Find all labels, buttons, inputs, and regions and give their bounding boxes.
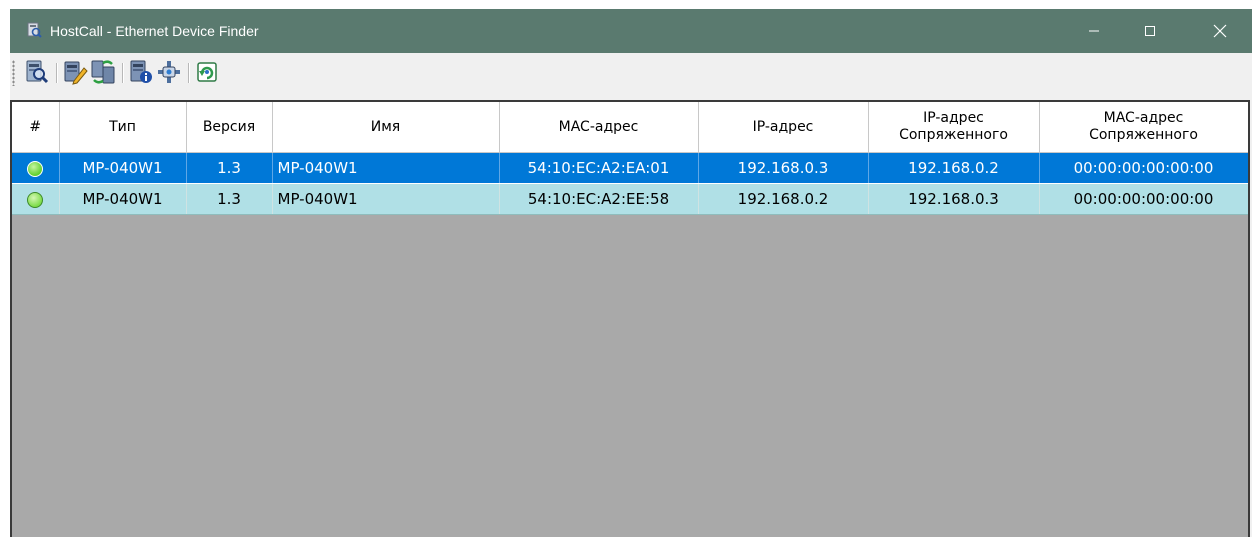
type-cell[interactable]: MP-040W1 [59, 152, 187, 184]
toolbar-grip[interactable] [12, 60, 15, 86]
column-header-name[interactable]: Имя [272, 102, 500, 153]
maximize-button[interactable] [1127, 9, 1173, 53]
column-header-version[interactable]: Версия [186, 102, 273, 153]
toolbar [10, 53, 1252, 95]
column-header-ip[interactable]: IP-адрес [698, 102, 869, 153]
column-header-type[interactable]: Тип [59, 102, 187, 153]
maximize-icon [1145, 26, 1155, 36]
paired-mac-cell[interactable]: 00:00:00:00:00:00 [1039, 183, 1248, 215]
title-bar[interactable]: HostCall - Ethernet Device Finder [10, 9, 1252, 53]
minimize-button[interactable] [1071, 9, 1117, 53]
table-row[interactable]: MP-040W1 1.3 MP-040W1 54:10:EC:A2:EE:58 … [12, 183, 1248, 215]
device-table-container[interactable]: # Тип Версия Имя MAC-адрес IP-адрес IP-а… [10, 100, 1250, 537]
name-cell[interactable]: MP-040W1 [272, 152, 500, 184]
app-window: HostCall - Ethernet Device Finder # Тип … [10, 9, 1252, 537]
column-header-mac[interactable]: MAC-адрес [499, 102, 699, 153]
status-cell[interactable] [12, 183, 60, 215]
device-table: # Тип Версия Имя MAC-адрес IP-адрес IP-а… [12, 102, 1248, 215]
status-cell[interactable] [12, 152, 60, 184]
minimize-icon [1089, 30, 1099, 32]
paired-ip-cell[interactable]: 192.168.0.3 [868, 183, 1040, 215]
table-header-row: # Тип Версия Имя MAC-адрес IP-адрес IP-а… [12, 102, 1248, 153]
column-header-paired-mac[interactable]: MAC-адрес Сопряженного [1039, 102, 1248, 153]
status-online-icon [27, 160, 44, 177]
mac-cell[interactable]: 54:10:EC:A2:EE:58 [499, 183, 699, 215]
close-icon [1213, 24, 1227, 38]
server-magnifier-icon[interactable] [24, 59, 50, 85]
refresh-globe-icon[interactable] [194, 59, 220, 85]
close-button[interactable] [1197, 9, 1243, 53]
paired-mac-cell[interactable]: 00:00:00:00:00:00 [1039, 152, 1248, 184]
app-icon [27, 22, 42, 38]
ip-cell[interactable]: 192.168.0.2 [698, 183, 869, 215]
toolbar-separator [188, 63, 190, 83]
server-pencil-icon[interactable] [62, 59, 88, 85]
ip-cell[interactable]: 192.168.0.3 [698, 152, 869, 184]
table-row[interactable]: MP-040W1 1.3 MP-040W1 54:10:EC:A2:EA:01 … [12, 152, 1248, 184]
column-header-paired-ip[interactable]: IP-адрес Сопряженного [868, 102, 1040, 153]
servers-sync-icon[interactable] [90, 59, 116, 85]
type-cell[interactable]: MP-040W1 [59, 183, 187, 215]
server-info-icon[interactable] [128, 59, 154, 85]
mac-cell[interactable]: 54:10:EC:A2:EA:01 [499, 152, 699, 184]
status-online-icon [27, 191, 44, 208]
name-cell[interactable]: MP-040W1 [272, 183, 500, 215]
toolbar-separator [122, 63, 124, 83]
version-cell[interactable]: 1.3 [186, 183, 273, 215]
toolbar-separator [56, 63, 58, 83]
network-plug-icon[interactable] [156, 59, 182, 85]
window-title: HostCall - Ethernet Device Finder [50, 23, 259, 39]
paired-ip-cell[interactable]: 192.168.0.2 [868, 152, 1040, 184]
column-header-index[interactable]: # [12, 102, 60, 153]
version-cell[interactable]: 1.3 [186, 152, 273, 184]
